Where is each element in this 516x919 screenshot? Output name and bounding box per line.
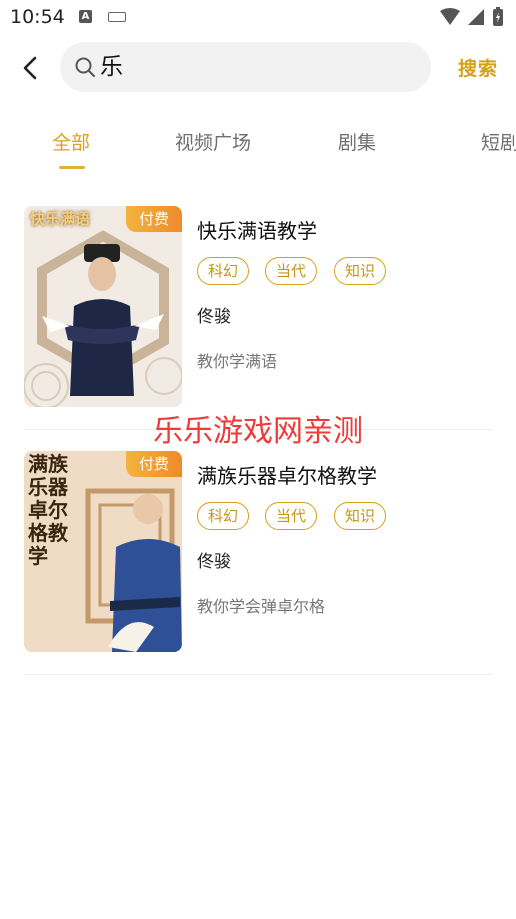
- paid-badge: 付费: [126, 451, 182, 477]
- paid-badge: 付费: [126, 206, 182, 232]
- tag: 科幻: [197, 257, 250, 285]
- cover-title: 满族乐器卓尔格教学: [28, 452, 68, 568]
- cover-title: 快乐满语: [30, 210, 91, 228]
- keyboard-a-icon: A: [79, 10, 92, 23]
- tab-short-drama[interactable]: 短剧: [481, 128, 516, 155]
- keyboard-icon: [108, 12, 126, 22]
- item-description: 教你学会弹卓尔格: [197, 597, 326, 616]
- tag: 知识: [334, 502, 387, 530]
- tab-series[interactable]: 剧集: [338, 128, 376, 155]
- list-item[interactable]: 快乐满语 付费 快乐满语教学 科幻 当代 知识 佟骏 教你学满语: [24, 206, 492, 408]
- item-title: 满族乐器卓尔格教学: [197, 464, 377, 488]
- item-author: 佟骏: [197, 552, 231, 572]
- item-description: 教你学满语: [197, 352, 278, 371]
- watermark-text: 乐乐游戏网亲测: [153, 414, 363, 449]
- tag: 当代: [265, 502, 318, 530]
- search-box[interactable]: 乐: [60, 42, 431, 92]
- tab-video-square[interactable]: 视频广场: [175, 128, 251, 155]
- item-author: 佟骏: [197, 307, 231, 327]
- search-button[interactable]: 搜索: [458, 54, 498, 81]
- back-icon[interactable]: [18, 54, 44, 82]
- tag: 知识: [334, 257, 387, 285]
- status-time: 10:54: [10, 6, 65, 28]
- item-title: 快乐满语教学: [197, 219, 317, 243]
- signal-battery-icons: [440, 7, 503, 26]
- status-bar: 10:54 A: [0, 0, 516, 34]
- active-tab-indicator: [59, 166, 85, 169]
- list-item[interactable]: 满族乐器卓尔格教学 付费 满族乐器卓尔格教学 科幻 当代 知识 佟骏 教你学会弹…: [24, 451, 492, 653]
- wifi-icon: [440, 8, 460, 25]
- tag: 科幻: [197, 502, 250, 530]
- cover-image: 快乐满语 付费: [24, 206, 182, 407]
- search-icon: [75, 57, 95, 77]
- category-tabs: 全部 视频广场 剧集 短剧: [0, 128, 516, 174]
- divider: [24, 674, 492, 675]
- cover-illustration: [24, 206, 182, 407]
- tab-all[interactable]: 全部: [52, 128, 90, 155]
- cell-signal-icon: [468, 9, 484, 25]
- tag: 当代: [265, 257, 318, 285]
- cover-image: 满族乐器卓尔格教学 付费: [24, 451, 182, 652]
- search-input[interactable]: 乐: [100, 50, 123, 84]
- search-header: 乐 搜索: [0, 42, 516, 94]
